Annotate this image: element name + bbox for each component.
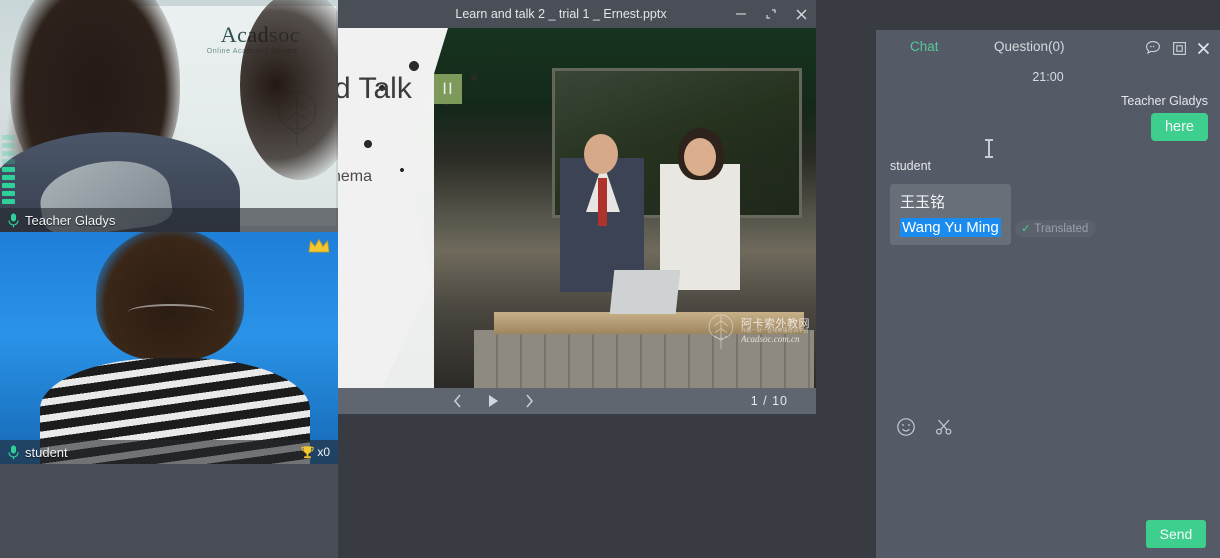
tree-logo-icon xyxy=(704,311,738,351)
student-name-bar: student x0 xyxy=(0,440,338,464)
restore-icon xyxy=(765,8,777,20)
ppt-window: Learn and talk 2 _ trial 1 _ Ernest.pptx xyxy=(338,0,816,414)
message-sender-label: student xyxy=(890,159,1208,173)
chat-bubble-icon xyxy=(1145,40,1161,56)
chat-compose-toolbar xyxy=(876,408,1220,446)
close-button[interactable] xyxy=(786,0,816,28)
ppt-window-title: Learn and talk 2 _ trial 1 _ Ernest.pptx xyxy=(338,7,726,21)
send-button[interactable]: Send xyxy=(1146,520,1206,548)
translated-badge: ✓ Translated xyxy=(1015,220,1096,237)
chat-message-teacher: Teacher Gladys here xyxy=(890,94,1208,141)
chat-timestamp: 21:00 xyxy=(876,70,1220,84)
student-glasses xyxy=(128,304,214,320)
slide-play-button[interactable] xyxy=(482,390,504,412)
screenshot-button[interactable] xyxy=(932,415,956,439)
chat-panel-header: Chat Question(0) xyxy=(876,30,1220,66)
text-cursor-icon xyxy=(988,140,990,157)
audio-level-bar xyxy=(2,199,15,204)
chat-panel: Chat Question(0) 21:00 xyxy=(876,30,1220,558)
trophy-icon xyxy=(300,445,315,460)
check-icon: ✓ xyxy=(1021,222,1030,235)
audio-level-meter xyxy=(2,135,15,204)
student-hair xyxy=(96,232,244,360)
teacher-name-label: Teacher Gladys xyxy=(25,213,115,228)
photo-man-head xyxy=(584,134,618,174)
audio-level-bar xyxy=(2,135,15,140)
teacher-video-tile[interactable]: Acadsoc Online Academic Society Acadsoc xyxy=(0,0,338,232)
slide-subtitle-text: nema xyxy=(338,168,372,186)
audio-level-bar xyxy=(2,167,15,172)
emoji-button[interactable] xyxy=(894,415,918,439)
restore-button[interactable] xyxy=(756,0,786,28)
slide-next-button[interactable] xyxy=(518,390,540,412)
message-original-text: 王玉铭 xyxy=(900,191,1001,212)
slide-unit-badge: II xyxy=(434,74,462,104)
chat-message-student: student 王玉铭 Wang Yu Ming ✓ Translated xyxy=(890,159,1208,245)
slide-navigation xyxy=(446,390,540,412)
chat-close-button[interactable] xyxy=(1192,38,1214,58)
trophy-count-label: x0 xyxy=(317,445,330,459)
slide-prev-button[interactable] xyxy=(446,390,468,412)
message-bubble-outgoing[interactable]: here xyxy=(1151,113,1208,141)
tab-question[interactable]: Question(0) xyxy=(994,39,1065,54)
chevron-right-icon xyxy=(524,393,535,409)
photo-laptop xyxy=(610,270,681,314)
crown-icon xyxy=(308,238,330,254)
audio-level-bar xyxy=(2,143,15,148)
ppt-title-bar[interactable]: Learn and talk 2 _ trial 1 _ Ernest.pptx xyxy=(338,0,816,28)
emoji-icon xyxy=(896,417,916,437)
message-bubble-incoming[interactable]: 王玉铭 Wang Yu Ming xyxy=(890,184,1011,245)
tab-chat[interactable]: Chat xyxy=(910,39,939,54)
scissors-icon xyxy=(934,417,954,437)
audio-level-bar xyxy=(2,183,15,188)
student-video-tile[interactable]: student x0 xyxy=(0,232,338,464)
teacher-name-bar: Teacher Gladys xyxy=(0,208,338,232)
student-video-feed xyxy=(0,232,338,464)
close-icon xyxy=(795,8,808,21)
chat-restore-button[interactable] xyxy=(1168,38,1190,58)
slide-control-bar: 1 / 10 xyxy=(338,388,816,414)
audio-level-bar xyxy=(2,151,15,156)
close-icon xyxy=(1196,41,1211,56)
minimize-icon xyxy=(735,8,747,20)
slide-page-indicator: 1 / 10 xyxy=(751,394,788,408)
chat-message-list: Teacher Gladys here student 王玉铭 Wang Yu … xyxy=(876,84,1220,245)
message-sender-label: Teacher Gladys xyxy=(1121,94,1208,108)
audio-level-bar xyxy=(2,159,15,164)
message-translated-text[interactable]: Wang Yu Ming xyxy=(900,218,1001,237)
video-column: Acadsoc Online Academic Society Acadsoc xyxy=(0,0,338,558)
student-name-label: student xyxy=(25,445,68,460)
minimize-button[interactable] xyxy=(726,0,756,28)
play-icon xyxy=(486,393,500,409)
audio-level-bar xyxy=(2,175,15,180)
photo-woman-head xyxy=(684,138,716,176)
microphone-icon[interactable] xyxy=(8,213,19,228)
slide-canvas[interactable]: d Talk II nema 阿卡索外教网 外教一对一在线英语培训平台 Acad… xyxy=(338,28,816,388)
audio-level-bar xyxy=(2,191,15,196)
slide-title-text: d Talk xyxy=(338,72,412,106)
microphone-icon[interactable] xyxy=(8,445,19,460)
chat-bubble-button[interactable] xyxy=(1142,38,1164,58)
restore-icon xyxy=(1172,41,1187,56)
watermark-text-block: 阿卡索外教网 外教一对一在线英语培训平台 Acadsoc.com.cn xyxy=(741,318,810,344)
watermark-url: Acadsoc.com.cn xyxy=(741,335,810,344)
translated-badge-label: Translated xyxy=(1034,223,1088,235)
acadsoc-watermark: 阿卡索外教网 外教一对一在线英语培训平台 Acadsoc.com.cn xyxy=(704,308,812,354)
trophy-counter[interactable]: x0 xyxy=(300,445,330,460)
teacher-video-feed: Acadsoc Online Academic Society Acadsoc xyxy=(0,0,338,232)
video-column-filler xyxy=(0,464,338,558)
app-root: Acadsoc Online Academic Society Acadsoc xyxy=(0,0,1220,558)
chevron-left-icon xyxy=(452,393,463,409)
photo-man-tie xyxy=(598,178,607,226)
window-controls xyxy=(726,0,816,28)
